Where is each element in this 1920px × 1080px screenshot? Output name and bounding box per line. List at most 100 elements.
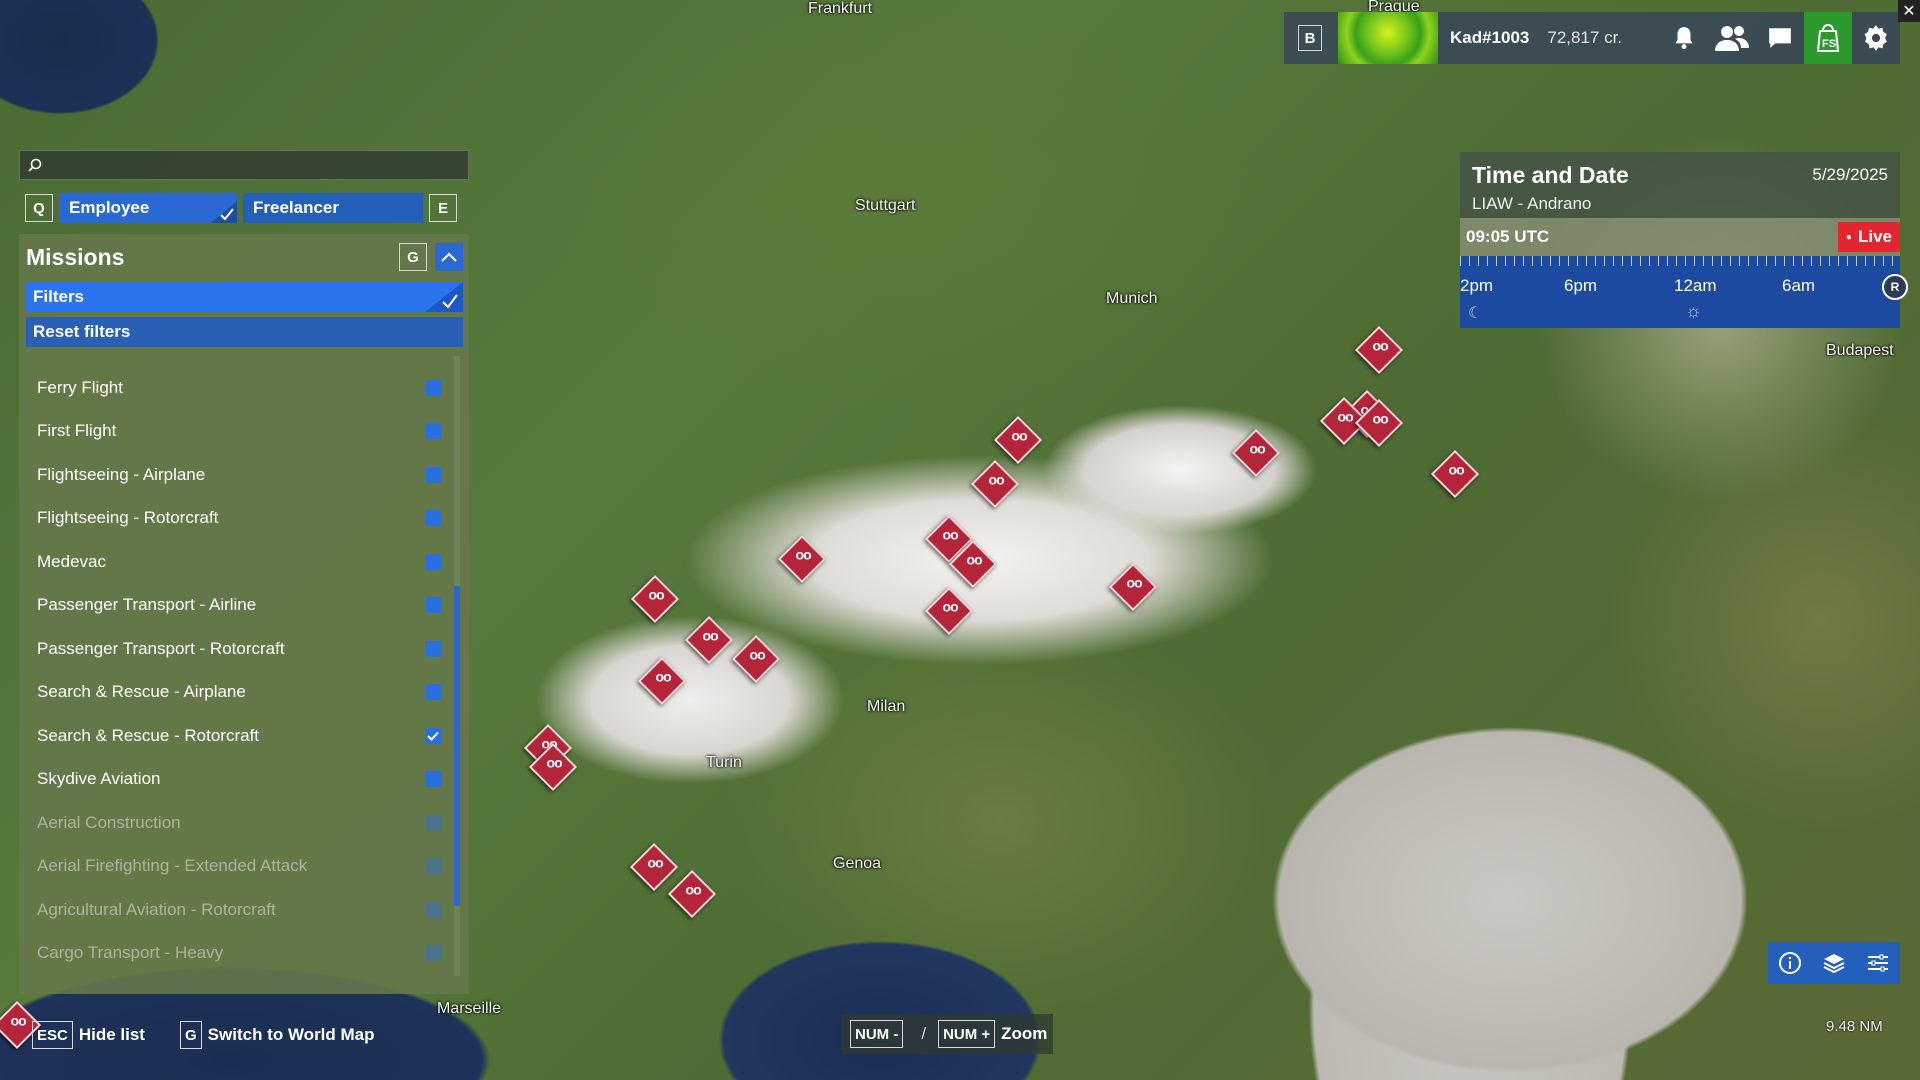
zoom-in-key[interactable]: NUM + [938, 1020, 996, 1048]
zoom-separator: / [921, 1024, 927, 1043]
list-item[interactable]: Search & Rescue - Airplane [19, 671, 449, 715]
mode-tabs: Q Employee Freelancer E [25, 193, 457, 223]
time-date-widget: Time and Date 5/29/2025 LIAW - Andrano 0… [1460, 152, 1908, 328]
reset-filters-button[interactable]: Reset filters [26, 317, 463, 347]
mission-filter-list[interactable]: Ferry Flight First Flight Flightseeing -… [19, 366, 449, 991]
check-icon [425, 282, 463, 312]
map-scale: 9.48 NM [1826, 1018, 1883, 1035]
zoom-hint: NUM - / NUM + Zoom [842, 1014, 1054, 1054]
city-label: Genoa [833, 855, 882, 872]
checkbox-checked[interactable] [425, 727, 441, 744]
scrollbar[interactable] [454, 356, 460, 976]
checkbox[interactable] [425, 771, 441, 788]
tab-employee-label: Employee [69, 198, 150, 217]
credits: 72,817 cr. [1547, 28, 1623, 47]
list-item[interactable]: Agricultural Aviation - Rotorcraft [19, 888, 449, 932]
prev-mode-key[interactable]: Q [25, 194, 53, 222]
missions-title: Missions [26, 243, 125, 270]
zoom-label: Zoom [1001, 1024, 1048, 1043]
svg-text:FS: FS [1822, 38, 1836, 50]
settings-icon[interactable] [1852, 12, 1900, 64]
esc-key: ESC [32, 1021, 73, 1049]
world-map-label: Switch to World Map [207, 1025, 375, 1044]
city-label: Frankfurt [808, 0, 873, 17]
list-item[interactable]: Flightseeing - Airplane [19, 453, 449, 497]
tab-freelancer-label: Freelancer [253, 198, 339, 217]
list-item[interactable]: Cargo Transport - Heavy [19, 932, 449, 976]
location-label: LIAW - Andrano [1472, 194, 1592, 213]
list-item[interactable]: Search & Rescue - Rotorcraft [19, 714, 449, 758]
zoom-out-key[interactable]: NUM - [850, 1020, 904, 1048]
chat-icon[interactable] [1756, 12, 1804, 64]
hide-list-hint[interactable]: ESC Hide list [32, 1021, 145, 1049]
city-label: Marseille [437, 1000, 502, 1017]
time-tick: 6am [1782, 276, 1816, 295]
list-item[interactable]: First Flight [19, 410, 449, 454]
time-tick: 6pm [1564, 276, 1598, 295]
checkbox[interactable] [425, 901, 441, 918]
chevron-up-icon [441, 252, 457, 262]
shop-icon[interactable]: FS [1804, 12, 1852, 64]
checkbox[interactable] [425, 814, 441, 831]
filters-button[interactable]: Filters [26, 282, 463, 312]
checkbox[interactable] [425, 553, 441, 570]
time-tick: 12am [1674, 276, 1717, 295]
check-icon [211, 201, 237, 223]
filter-settings-icon[interactable] [1866, 951, 1890, 975]
time-tick: 2pm [1460, 276, 1494, 295]
live-dot-icon: ● [1845, 231, 1852, 243]
search-input[interactable] [50, 155, 454, 175]
list-item[interactable]: Ferry Flight [19, 366, 449, 410]
check-icon [427, 731, 439, 741]
friends-icon[interactable] [1708, 12, 1756, 64]
city-label: Munich [1106, 290, 1158, 307]
avatar[interactable] [1338, 12, 1438, 64]
pilot-name[interactable]: Kad#1003 [1450, 28, 1529, 48]
checkbox[interactable] [425, 466, 441, 483]
checkbox[interactable] [425, 423, 441, 440]
live-button[interactable]: ● Live [1837, 222, 1900, 252]
list-item[interactable]: Flightseeing - Rotorcraft [19, 497, 449, 541]
top-bar: B Kad#1003 72,817 cr. FS [1284, 12, 1900, 64]
moon-icon: ☾ [1468, 305, 1483, 322]
city-label: Milan [867, 698, 906, 715]
world-map-hint[interactable]: G Switch to World Map [180, 1021, 375, 1049]
list-item[interactable]: Medevac [19, 540, 449, 584]
time-slider-handle[interactable]: R [1882, 274, 1908, 300]
layers-icon[interactable] [1822, 951, 1846, 975]
checkbox[interactable] [425, 510, 441, 527]
info-icon[interactable] [1778, 951, 1802, 975]
tab-employee[interactable]: Employee [59, 193, 237, 223]
list-item[interactable]: Skydive Aviation [19, 758, 449, 802]
next-mode-key[interactable]: E [429, 194, 457, 222]
map-tools [1768, 942, 1900, 984]
reset-filters-label: Reset filters [33, 322, 131, 341]
time-value: 09:05 UTC [1466, 227, 1550, 246]
checkbox[interactable] [425, 858, 441, 875]
search-bar[interactable] [19, 150, 469, 180]
date-value: 5/29/2025 [1812, 165, 1888, 184]
checkbox[interactable] [425, 684, 441, 701]
city-label: Turin [706, 754, 742, 771]
missions-key[interactable]: G [399, 243, 427, 271]
list-item[interactable]: Passenger Transport - Rotorcraft [19, 627, 449, 671]
close-icon[interactable]: ✕ [1898, 0, 1920, 22]
checkbox[interactable] [425, 945, 441, 962]
checkbox[interactable] [425, 597, 441, 614]
live-label: Live [1857, 227, 1892, 246]
collapse-button[interactable] [435, 243, 463, 271]
topbar-key[interactable]: B [1298, 25, 1322, 51]
missions-panel: Missions G Filters Reset filters Ferry F… [19, 234, 469, 994]
list-item[interactable]: Aerial Construction [19, 801, 449, 845]
tab-freelancer[interactable]: Freelancer [243, 193, 423, 223]
list-item[interactable]: Aerial Firefighting - Extended Attack [19, 845, 449, 889]
sun-icon: ☼ [1685, 301, 1702, 321]
g-key: G [180, 1021, 202, 1049]
checkbox[interactable] [425, 379, 441, 396]
checkbox[interactable] [425, 640, 441, 657]
filters-label: Filters [33, 287, 85, 306]
bell-icon[interactable] [1660, 12, 1708, 64]
scrollbar-thumb[interactable] [454, 586, 460, 906]
list-item[interactable]: Passenger Transport - Airline [19, 584, 449, 628]
time-slider[interactable]: 2pm 6pm 12am 6am ☾ ☼ R [1460, 256, 1908, 328]
